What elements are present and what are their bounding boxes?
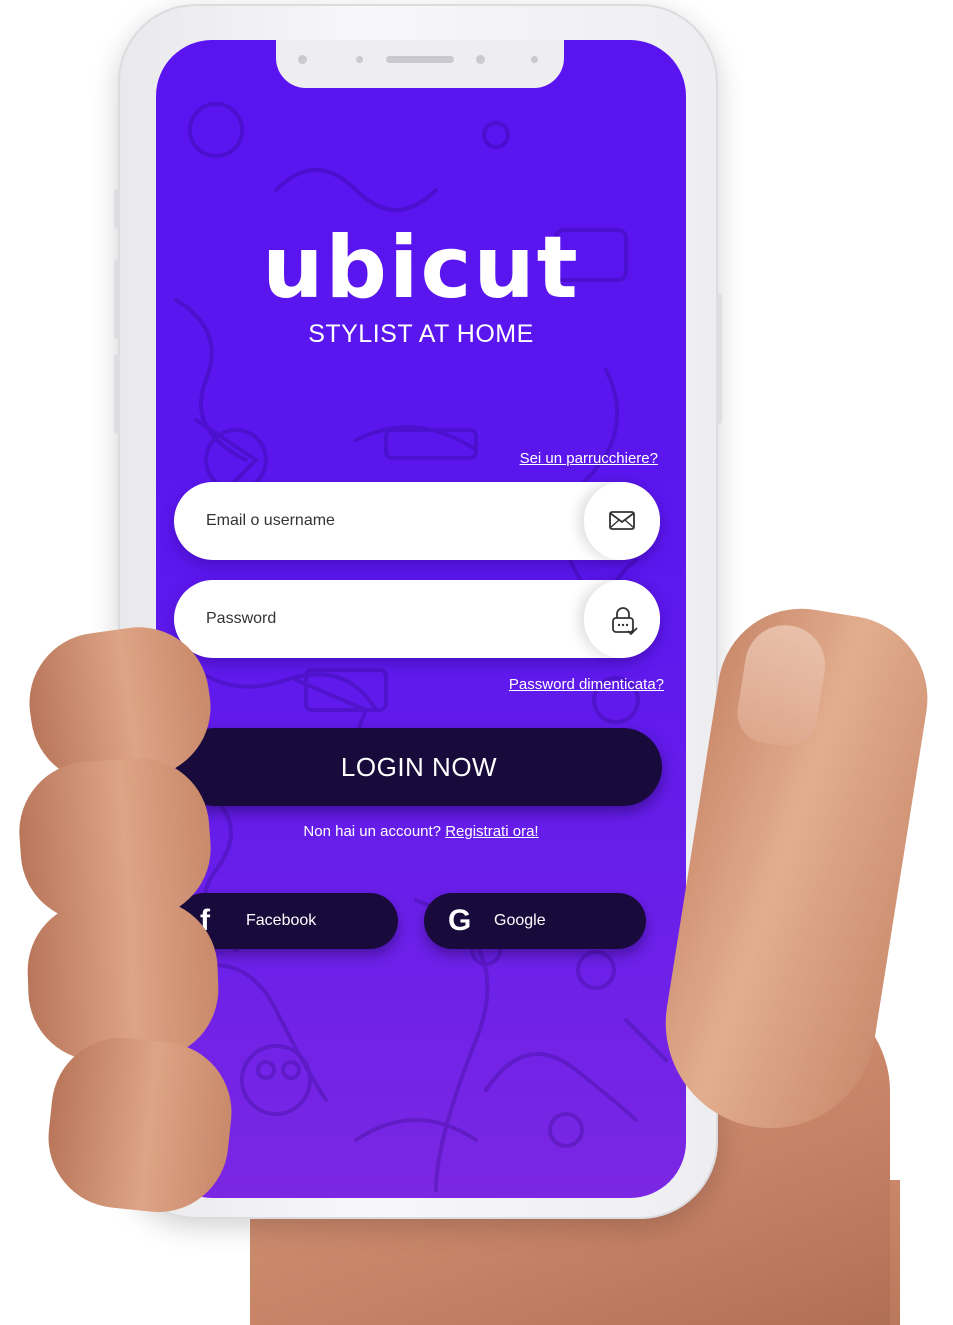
signup-prompt-line: Non hai un account? Registrati ora!	[156, 823, 686, 840]
phone-silent-switch	[114, 189, 120, 229]
phone-device: ubicut STYLIST AT HOME Sei un parrucchie…	[114, 4, 722, 1219]
speaker-grille	[386, 56, 454, 63]
signup-prompt: Non hai un account?	[303, 823, 442, 840]
lock-icon	[612, 607, 638, 636]
password-icon-button[interactable]	[584, 580, 660, 658]
forgot-password-link[interactable]: Password dimenticata?	[509, 676, 664, 693]
product-mockup: ubicut STYLIST AT HOME Sei un parrucchie…	[0, 0, 953, 1325]
envelope-icon	[609, 511, 635, 530]
dot-projector	[531, 56, 538, 63]
front-camera	[476, 55, 485, 64]
email-placeholder: Email o username	[206, 512, 335, 529]
facebook-label: Facebook	[246, 912, 317, 929]
phone-notch	[276, 40, 564, 88]
password-field[interactable]: Password	[174, 580, 660, 658]
password-placeholder: Password	[206, 610, 277, 627]
stylist-link[interactable]: Sei un parrucchiere?	[520, 450, 658, 467]
google-icon: G	[448, 904, 472, 937]
google-login-button[interactable]: G Google	[424, 893, 646, 949]
proximity-sensor	[298, 55, 307, 64]
email-field[interactable]: Email o username	[174, 482, 660, 560]
email-icon-button	[584, 482, 660, 560]
app-tagline: STYLIST AT HOME	[308, 320, 534, 348]
phone-power-button	[716, 294, 722, 424]
app-logo: ubicut	[262, 218, 580, 318]
phone-volume-down	[114, 354, 120, 434]
google-label: Google	[494, 912, 546, 929]
signup-link[interactable]: Registrati ora!	[445, 823, 538, 840]
phone-volume-up	[114, 259, 120, 339]
ambient-sensor	[356, 56, 363, 63]
app-screen: ubicut STYLIST AT HOME Sei un parrucchie…	[156, 40, 686, 1198]
login-button[interactable]: LOGIN NOW	[176, 728, 662, 806]
